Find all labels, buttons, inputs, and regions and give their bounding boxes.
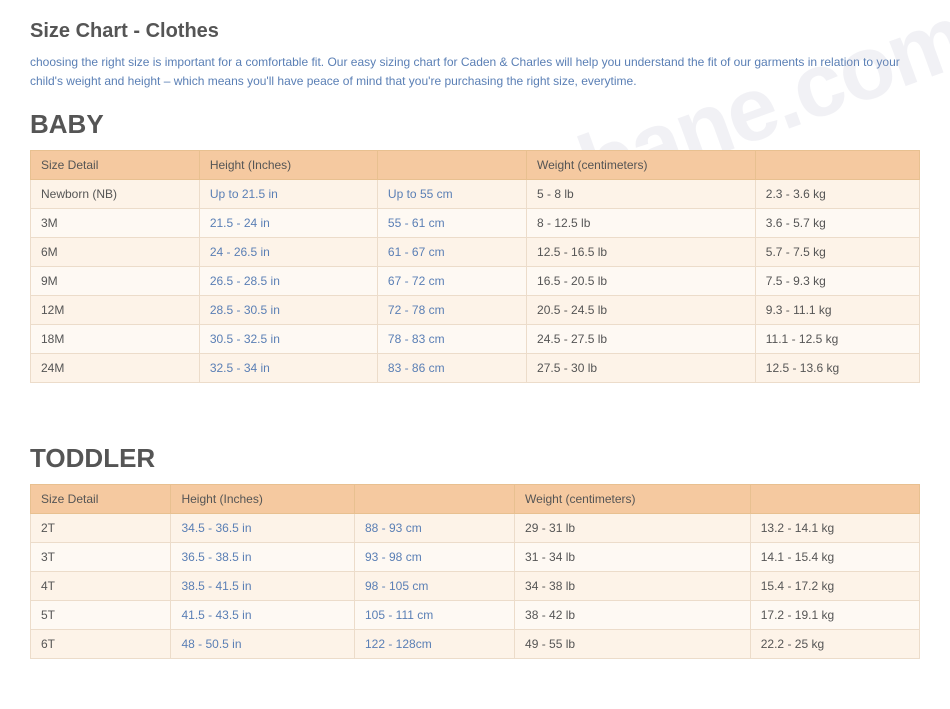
toddler-cell: 38 - 42 lb xyxy=(515,601,751,630)
baby-cell: 9.3 - 11.1 kg xyxy=(755,296,919,325)
toddler-cell: 41.5 - 43.5 in xyxy=(171,601,355,630)
baby-cell: 24M xyxy=(31,354,200,383)
toddler-col-height-in: Height (Inches) xyxy=(171,485,355,514)
toddler-col-size: Size Detail xyxy=(31,485,171,514)
toddler-table-row: 2T34.5 - 36.5 in88 - 93 cm29 - 31 lb13.2… xyxy=(31,514,920,543)
toddler-table-row: 6T48 - 50.5 in122 - 128cm49 - 55 lb22.2 … xyxy=(31,630,920,659)
baby-cell: 5 - 8 lb xyxy=(527,180,756,209)
baby-table-header-row: Size Detail Height (Inches) Weight (cent… xyxy=(31,151,920,180)
baby-cell: 67 - 72 cm xyxy=(377,267,526,296)
toddler-size-table: Size Detail Height (Inches) Weight (cent… xyxy=(30,484,920,659)
toddler-cell: 36.5 - 38.5 in xyxy=(171,543,355,572)
toddler-cell: 5T xyxy=(31,601,171,630)
toddler-cell: 4T xyxy=(31,572,171,601)
toddler-cell: 48 - 50.5 in xyxy=(171,630,355,659)
toddler-cell: 98 - 105 cm xyxy=(355,572,515,601)
toddler-cell: 31 - 34 lb xyxy=(515,543,751,572)
toddler-cell: 15.4 - 17.2 kg xyxy=(750,572,919,601)
toddler-cell: 13.2 - 14.1 kg xyxy=(750,514,919,543)
toddler-cell: 38.5 - 41.5 in xyxy=(171,572,355,601)
baby-cell: 9M xyxy=(31,267,200,296)
toddler-col-weight-kg xyxy=(750,485,919,514)
baby-cell: 20.5 - 24.5 lb xyxy=(527,296,756,325)
baby-col-height-cm xyxy=(377,151,526,180)
toddler-cell: 49 - 55 lb xyxy=(515,630,751,659)
baby-cell: Up to 21.5 in xyxy=(199,180,377,209)
baby-cell: 7.5 - 9.3 kg xyxy=(755,267,919,296)
intro-paragraph: choosing the right size is important for… xyxy=(30,53,910,91)
toddler-cell: 14.1 - 15.4 kg xyxy=(750,543,919,572)
toddler-cell: 17.2 - 19.1 kg xyxy=(750,601,919,630)
toddler-col-height-cm xyxy=(355,485,515,514)
baby-cell: 55 - 61 cm xyxy=(377,209,526,238)
baby-cell: 16.5 - 20.5 lb xyxy=(527,267,756,296)
baby-table-row: Newborn (NB)Up to 21.5 inUp to 55 cm5 - … xyxy=(31,180,920,209)
baby-cell: 12M xyxy=(31,296,200,325)
toddler-cell: 105 - 111 cm xyxy=(355,601,515,630)
baby-cell: 30.5 - 32.5 in xyxy=(199,325,377,354)
baby-cell: Up to 55 cm xyxy=(377,180,526,209)
baby-cell: 26.5 - 28.5 in xyxy=(199,267,377,296)
baby-cell: Newborn (NB) xyxy=(31,180,200,209)
toddler-cell: 3T xyxy=(31,543,171,572)
toddler-cell: 88 - 93 cm xyxy=(355,514,515,543)
baby-cell: 3.6 - 5.7 kg xyxy=(755,209,919,238)
baby-col-size: Size Detail xyxy=(31,151,200,180)
toddler-cell: 93 - 98 cm xyxy=(355,543,515,572)
baby-cell: 27.5 - 30 lb xyxy=(527,354,756,383)
baby-table-row: 24M32.5 - 34 in83 - 86 cm27.5 - 30 lb12.… xyxy=(31,354,920,383)
baby-size-table: Size Detail Height (Inches) Weight (cent… xyxy=(30,150,920,383)
baby-cell: 6M xyxy=(31,238,200,267)
toddler-table-header-row: Size Detail Height (Inches) Weight (cent… xyxy=(31,485,920,514)
baby-cell: 24.5 - 27.5 lb xyxy=(527,325,756,354)
toddler-cell: 2T xyxy=(31,514,171,543)
baby-cell: 3M xyxy=(31,209,200,238)
toddler-table-row: 4T38.5 - 41.5 in98 - 105 cm34 - 38 lb15.… xyxy=(31,572,920,601)
baby-col-height-in: Height (Inches) xyxy=(199,151,377,180)
toddler-col-weight-lb: Weight (centimeters) xyxy=(515,485,751,514)
toddler-cell: 29 - 31 lb xyxy=(515,514,751,543)
baby-cell: 83 - 86 cm xyxy=(377,354,526,383)
baby-cell: 12.5 - 13.6 kg xyxy=(755,354,919,383)
baby-table-row: 18M30.5 - 32.5 in78 - 83 cm24.5 - 27.5 l… xyxy=(31,325,920,354)
toddler-cell: 34 - 38 lb xyxy=(515,572,751,601)
baby-cell: 78 - 83 cm xyxy=(377,325,526,354)
baby-col-weight-kg xyxy=(755,151,919,180)
baby-table-row: 12M28.5 - 30.5 in72 - 78 cm20.5 - 24.5 l… xyxy=(31,296,920,325)
baby-cell: 8 - 12.5 lb xyxy=(527,209,756,238)
baby-cell: 18M xyxy=(31,325,200,354)
toddler-cell: 122 - 128cm xyxy=(355,630,515,659)
toddler-cell: 22.2 - 25 kg xyxy=(750,630,919,659)
toddler-table-row: 3T36.5 - 38.5 in93 - 98 cm31 - 34 lb14.1… xyxy=(31,543,920,572)
baby-table-row: 3M21.5 - 24 in55 - 61 cm8 - 12.5 lb3.6 -… xyxy=(31,209,920,238)
baby-cell: 72 - 78 cm xyxy=(377,296,526,325)
baby-table-row: 6M24 - 26.5 in61 - 67 cm12.5 - 16.5 lb5.… xyxy=(31,238,920,267)
baby-table-row: 9M26.5 - 28.5 in67 - 72 cm16.5 - 20.5 lb… xyxy=(31,267,920,296)
baby-cell: 61 - 67 cm xyxy=(377,238,526,267)
toddler-section-title: TODDLER xyxy=(30,443,920,474)
baby-section-title: BABY xyxy=(30,109,920,140)
baby-cell: 11.1 - 12.5 kg xyxy=(755,325,919,354)
baby-cell: 21.5 - 24 in xyxy=(199,209,377,238)
toddler-table-row: 5T41.5 - 43.5 in105 - 111 cm38 - 42 lb17… xyxy=(31,601,920,630)
baby-cell: 24 - 26.5 in xyxy=(199,238,377,267)
toddler-cell: 34.5 - 36.5 in xyxy=(171,514,355,543)
baby-cell: 5.7 - 7.5 kg xyxy=(755,238,919,267)
toddler-cell: 6T xyxy=(31,630,171,659)
baby-col-weight-lb: Weight (centimeters) xyxy=(527,151,756,180)
page-title: Size Chart - Clothes xyxy=(30,20,920,43)
baby-cell: 28.5 - 30.5 in xyxy=(199,296,377,325)
baby-cell: 32.5 - 34 in xyxy=(199,354,377,383)
baby-cell: 12.5 - 16.5 lb xyxy=(527,238,756,267)
baby-cell: 2.3 - 3.6 kg xyxy=(755,180,919,209)
